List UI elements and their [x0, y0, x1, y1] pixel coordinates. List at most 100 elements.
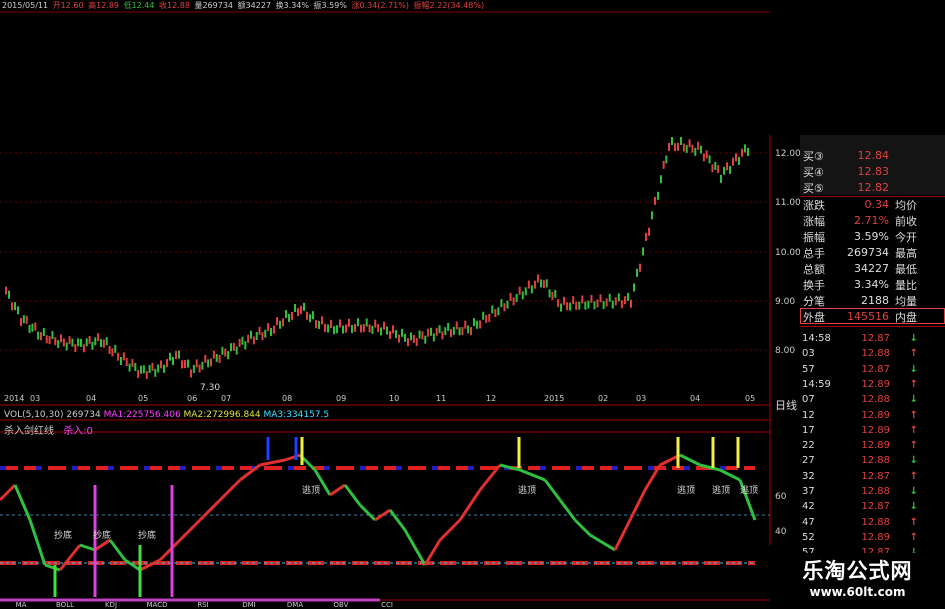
date-tick-label: 07 [221, 394, 231, 403]
tick-price: 12.89 [861, 409, 890, 421]
date-tick-label: 03 [636, 394, 646, 403]
stat-label-2: 均量 [895, 294, 917, 308]
candle [235, 346, 238, 355]
candle [145, 370, 148, 379]
arrow-up-icon: ↑ [909, 470, 918, 482]
candle [120, 356, 122, 365]
candle [321, 316, 323, 325]
candle [163, 364, 165, 373]
tab-boll[interactable]: BOLL [42, 601, 88, 609]
candle [224, 348, 227, 357]
candle [694, 147, 697, 156]
tab-macd[interactable]: MACD [134, 601, 180, 609]
tick-time: 03 [802, 348, 815, 360]
date-tick-label: 09 [336, 394, 346, 403]
period-label[interactable]: 日线 [775, 397, 797, 413]
price-gridlines [0, 152, 770, 351]
candle [741, 148, 743, 157]
oscillator-segment [388, 509, 407, 531]
candle [282, 318, 284, 327]
stat-value: 3.59% [854, 230, 889, 243]
candle [114, 344, 117, 353]
candle [137, 369, 140, 378]
candle [630, 299, 632, 308]
candle [105, 337, 108, 346]
tag-top-4: 逃顶 [712, 486, 731, 496]
candle [273, 325, 275, 334]
oscillator-segment [178, 518, 202, 542]
candle [581, 295, 584, 304]
tab-rsi[interactable]: RSI [180, 601, 226, 609]
candle [705, 150, 708, 159]
tick-row: 27 12.88 ↓ [800, 453, 945, 468]
oscillator-segment [679, 453, 701, 467]
watermark: 乐淘公式网 www.60lt.com [770, 553, 945, 609]
tab-dmi[interactable]: DMI [226, 601, 272, 609]
tab-cci[interactable]: CCI [364, 601, 410, 609]
stat-value: 3.34% [854, 278, 889, 291]
candle [412, 335, 415, 344]
tab-obv[interactable]: OBV [318, 601, 364, 609]
buy-row-5: 买⑤ 12.82 [800, 180, 945, 195]
candle [639, 263, 641, 272]
candle [551, 291, 554, 300]
stat-value: 269734 [847, 246, 889, 259]
candle [227, 351, 230, 360]
candle [175, 351, 177, 360]
date-tick-label: 08 [282, 394, 292, 403]
candle [309, 314, 311, 323]
stat-row: 总额 34227 最低 [800, 261, 945, 276]
tab-kdj[interactable]: KDJ [88, 601, 134, 609]
oscillator-segment [198, 498, 222, 522]
tick-row: 47 12.88 ↑ [800, 515, 945, 530]
candle [476, 320, 479, 329]
date-tick-label: 06 [187, 394, 197, 403]
vol-ma3: MA3:334157.5 [263, 410, 330, 420]
candle [31, 323, 34, 332]
candle [545, 279, 548, 288]
candle [178, 350, 180, 359]
candle [682, 143, 685, 152]
candle [131, 358, 134, 367]
candle [285, 310, 287, 319]
tick-time: 14:58 [802, 333, 831, 344]
candle [327, 324, 329, 333]
tick-row: 14:59 12.89 ↑ [800, 377, 945, 392]
candle [524, 287, 527, 296]
stat-label-2: 最低 [895, 262, 917, 276]
date-tick-label: 05 [138, 394, 148, 403]
candle [166, 358, 168, 367]
candle [140, 365, 142, 374]
candle [34, 322, 37, 331]
tab-ma[interactable]: MA [0, 601, 42, 609]
candle [348, 318, 350, 327]
arrow-down-icon: ↓ [909, 455, 918, 467]
candle [444, 327, 447, 336]
candle [221, 346, 224, 355]
header-volume: 量269734 [194, 1, 234, 10]
oscillator-segment [343, 484, 362, 506]
candle [201, 361, 204, 370]
tick-time: 14:59 [802, 378, 831, 390]
candle [324, 323, 326, 332]
tag-bottom-3: 抄底 [138, 531, 157, 541]
oscillator-segment [403, 529, 427, 566]
oscillator-segment [218, 478, 242, 502]
candle [184, 360, 186, 369]
candle [714, 161, 717, 170]
date-tick-label: 04 [690, 394, 700, 403]
candle [45, 335, 48, 344]
candle [333, 326, 335, 335]
candle [368, 324, 371, 333]
tab-dma[interactable]: DMA [272, 601, 318, 609]
stat-label: 振幅 [803, 230, 825, 244]
price-tick-label: 8.00 [775, 346, 795, 356]
candle [398, 334, 400, 343]
candle [57, 339, 60, 348]
tick-row: 57 12.87 ↓ [800, 362, 945, 377]
candle [611, 300, 614, 309]
candle [360, 324, 362, 333]
buy-row-4: 买④ 12.83 [800, 164, 945, 179]
oscillator-segment [438, 518, 462, 542]
date-tick-label: 12 [486, 394, 496, 403]
